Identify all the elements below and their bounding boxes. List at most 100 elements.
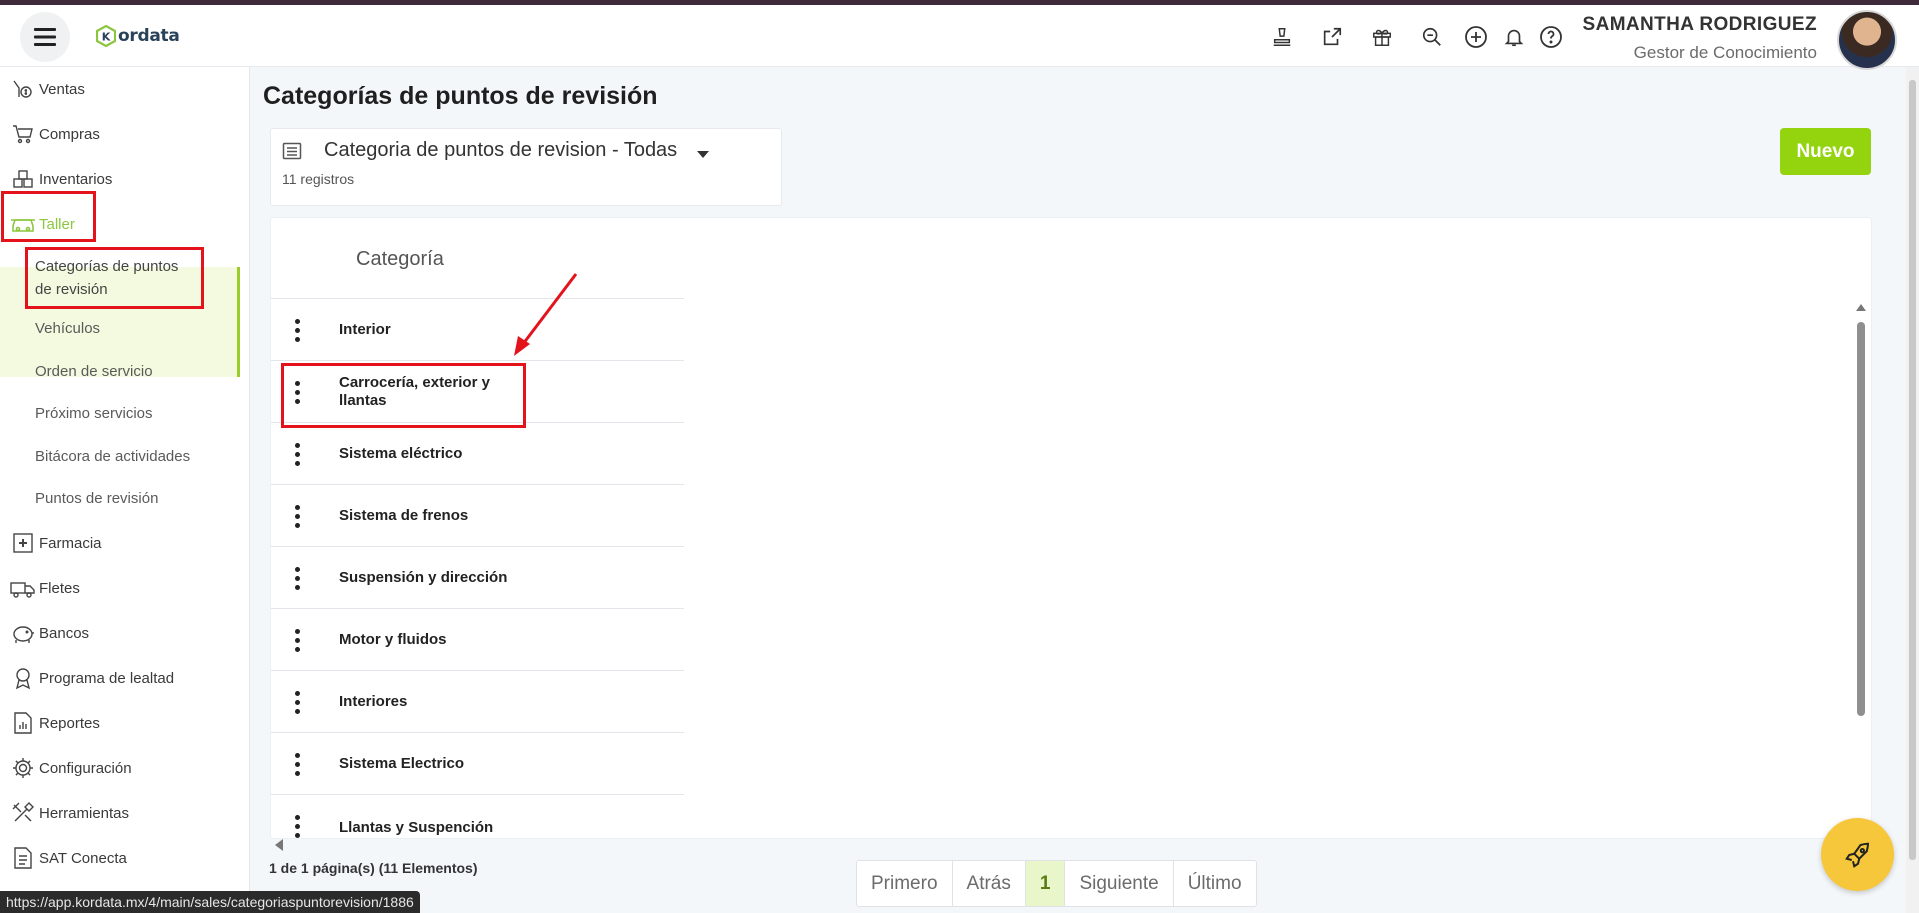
- column-header-categoria[interactable]: Categoría: [356, 248, 444, 271]
- table-row[interactable]: Motor y fluidos: [271, 608, 684, 670]
- sidebar-item-label: SAT Conecta: [39, 849, 127, 867]
- row-category-label: Sistema eléctrico: [339, 445, 463, 462]
- sidebar-item-herramientas[interactable]: Herramientas: [0, 791, 240, 835]
- sidebar-item-label: Inventarios: [39, 170, 113, 188]
- records-count: 11 registros: [282, 171, 355, 187]
- table-scroll-thumb[interactable]: [1857, 322, 1865, 716]
- page-number-button[interactable]: 1: [1025, 861, 1066, 906]
- table-row[interactable]: Interior: [271, 298, 684, 360]
- sidebar-item-compras[interactable]: Compras: [0, 112, 240, 156]
- table-row[interactable]: Interiores: [271, 670, 684, 732]
- sidebar-item-farmacia[interactable]: Farmacia: [0, 521, 240, 565]
- scroll-left-icon[interactable]: [274, 838, 284, 852]
- scroll-up-icon: [1856, 304, 1866, 311]
- sidebar-item-label: Ventas: [39, 80, 85, 98]
- sales-icon: [9, 75, 37, 103]
- sidebar-sub-vehiculos[interactable]: Vehículos: [35, 320, 100, 337]
- sidebar-item-label: Farmacia: [39, 534, 102, 552]
- sidebar-item-fletes[interactable]: Fletes: [0, 566, 240, 610]
- rocket-fab-button[interactable]: [1821, 818, 1894, 891]
- sidebar-sub-proximo-servicios[interactable]: Próximo servicios: [35, 405, 153, 422]
- sidebar-item-label: Programa de lealtad: [39, 669, 175, 687]
- truck-icon: [9, 574, 37, 602]
- user-role: Gestor de Conocimiento: [1633, 43, 1817, 62]
- gear-icon: [9, 754, 37, 782]
- pagination: Primero Atrás 1 Siguiente Último: [856, 860, 1257, 907]
- row-category-label: Sistema Electrico: [339, 755, 465, 772]
- more-options-icon[interactable]: [291, 563, 303, 593]
- sidebar: Ventas Compras Inventarios Taller Catego…: [0, 67, 250, 913]
- sidebar-item-label: Fletes: [39, 579, 80, 597]
- new-button[interactable]: Nuevo: [1780, 128, 1871, 175]
- sidebar-sub-bitacora[interactable]: Bitácora de actividades: [35, 448, 190, 465]
- help-icon[interactable]: [1537, 23, 1565, 51]
- sidebar-item-label: Bancos: [39, 624, 90, 642]
- tools-icon: [9, 799, 37, 827]
- filter-dropdown[interactable]: Categoria de puntos de revision - Todas: [324, 139, 677, 162]
- list-icon: [282, 141, 302, 166]
- more-options-icon[interactable]: [291, 315, 303, 345]
- row-category-label: Interiores: [339, 693, 408, 710]
- table-row[interactable]: Sistema eléctrico: [271, 422, 684, 484]
- sidebar-item-label: Compras: [39, 125, 100, 143]
- document-icon: [9, 844, 37, 872]
- highlight-box-categorias: [25, 247, 204, 309]
- page-last-button[interactable]: Último: [1174, 861, 1256, 906]
- filter-card: Categoria de puntos de revision - Todas …: [270, 128, 782, 206]
- sidebar-item-sat-conecta[interactable]: SAT Conecta: [0, 836, 240, 880]
- table-row[interactable]: Sistema de frenos: [271, 484, 684, 546]
- more-options-icon[interactable]: [291, 439, 303, 469]
- row-category-label: Motor y fluidos: [339, 631, 447, 648]
- window-scroll-thumb[interactable]: [1909, 80, 1916, 860]
- sidebar-item-ventas[interactable]: Ventas: [0, 67, 240, 111]
- sidebar-item-configuracion[interactable]: Configuración: [0, 746, 240, 790]
- bell-icon[interactable]: [1500, 23, 1528, 51]
- caret-down-icon[interactable]: [696, 147, 710, 165]
- page-next-button[interactable]: Siguiente: [1065, 861, 1174, 906]
- table-row[interactable]: Sistema Electrico: [271, 732, 684, 794]
- app-logo[interactable]: K ordata: [96, 25, 180, 47]
- row-category-label: Interior: [339, 321, 391, 338]
- sidebar-item-label: Reportes: [39, 714, 100, 732]
- sidebar-sub-orden-servicio[interactable]: Orden de servicio: [35, 363, 153, 380]
- table-row[interactable]: Suspensión y dirección: [271, 546, 684, 608]
- page-prev-button[interactable]: Atrás: [953, 861, 1026, 906]
- status-url: https://app.kordata.mx/4/main/sales/cate…: [0, 891, 420, 913]
- sidebar-sub-puntos-revision[interactable]: Puntos de revisión: [35, 490, 158, 507]
- rocket-icon: [1844, 842, 1869, 868]
- pharmacy-icon: [9, 529, 37, 557]
- more-options-icon[interactable]: [291, 811, 303, 838]
- table-row[interactable]: Llantas y Suspención: [271, 794, 684, 838]
- app-header: K ordata SAMANTHA RODRIGUEZ Gestor de Co…: [0, 5, 1919, 70]
- stamp-icon[interactable]: [1268, 23, 1296, 51]
- sidebar-item-bancos[interactable]: Bancos: [0, 611, 240, 655]
- more-options-icon[interactable]: [291, 687, 303, 717]
- user-name[interactable]: SAMANTHA RODRIGUEZ: [1583, 14, 1818, 36]
- search-zoom-icon[interactable]: [1418, 23, 1446, 51]
- sidebar-item-lealtad[interactable]: Programa de lealtad: [0, 656, 240, 700]
- menu-toggle-button[interactable]: [20, 12, 70, 62]
- piggy-bank-icon: [9, 619, 37, 647]
- row-category-label: Sistema de frenos: [339, 507, 469, 524]
- more-options-icon[interactable]: [291, 501, 303, 531]
- logo-text: ordata: [118, 26, 180, 46]
- external-link-icon[interactable]: [1318, 23, 1346, 51]
- more-options-icon[interactable]: [291, 749, 303, 779]
- gift-icon[interactable]: [1368, 23, 1396, 51]
- hamburger-icon: [34, 28, 56, 46]
- highlight-box-taller: [1, 191, 96, 242]
- sidebar-item-reportes[interactable]: Reportes: [0, 701, 240, 745]
- sidebar-item-label: Herramientas: [39, 804, 130, 822]
- annotation-arrow-icon: [514, 273, 578, 356]
- row-category-label: Suspensión y dirección: [339, 569, 508, 586]
- avatar[interactable]: [1837, 10, 1897, 70]
- sidebar-item-label: Configuración: [39, 759, 132, 777]
- add-circle-icon[interactable]: [1462, 23, 1490, 51]
- page-first-button[interactable]: Primero: [857, 861, 953, 906]
- more-options-icon[interactable]: [291, 625, 303, 655]
- boxes-icon: [9, 165, 37, 193]
- page-title: Categorías de puntos de revisión: [263, 82, 658, 110]
- svg-text:K: K: [102, 31, 111, 44]
- highlight-box-row: [281, 363, 526, 428]
- cart-icon: [9, 120, 37, 148]
